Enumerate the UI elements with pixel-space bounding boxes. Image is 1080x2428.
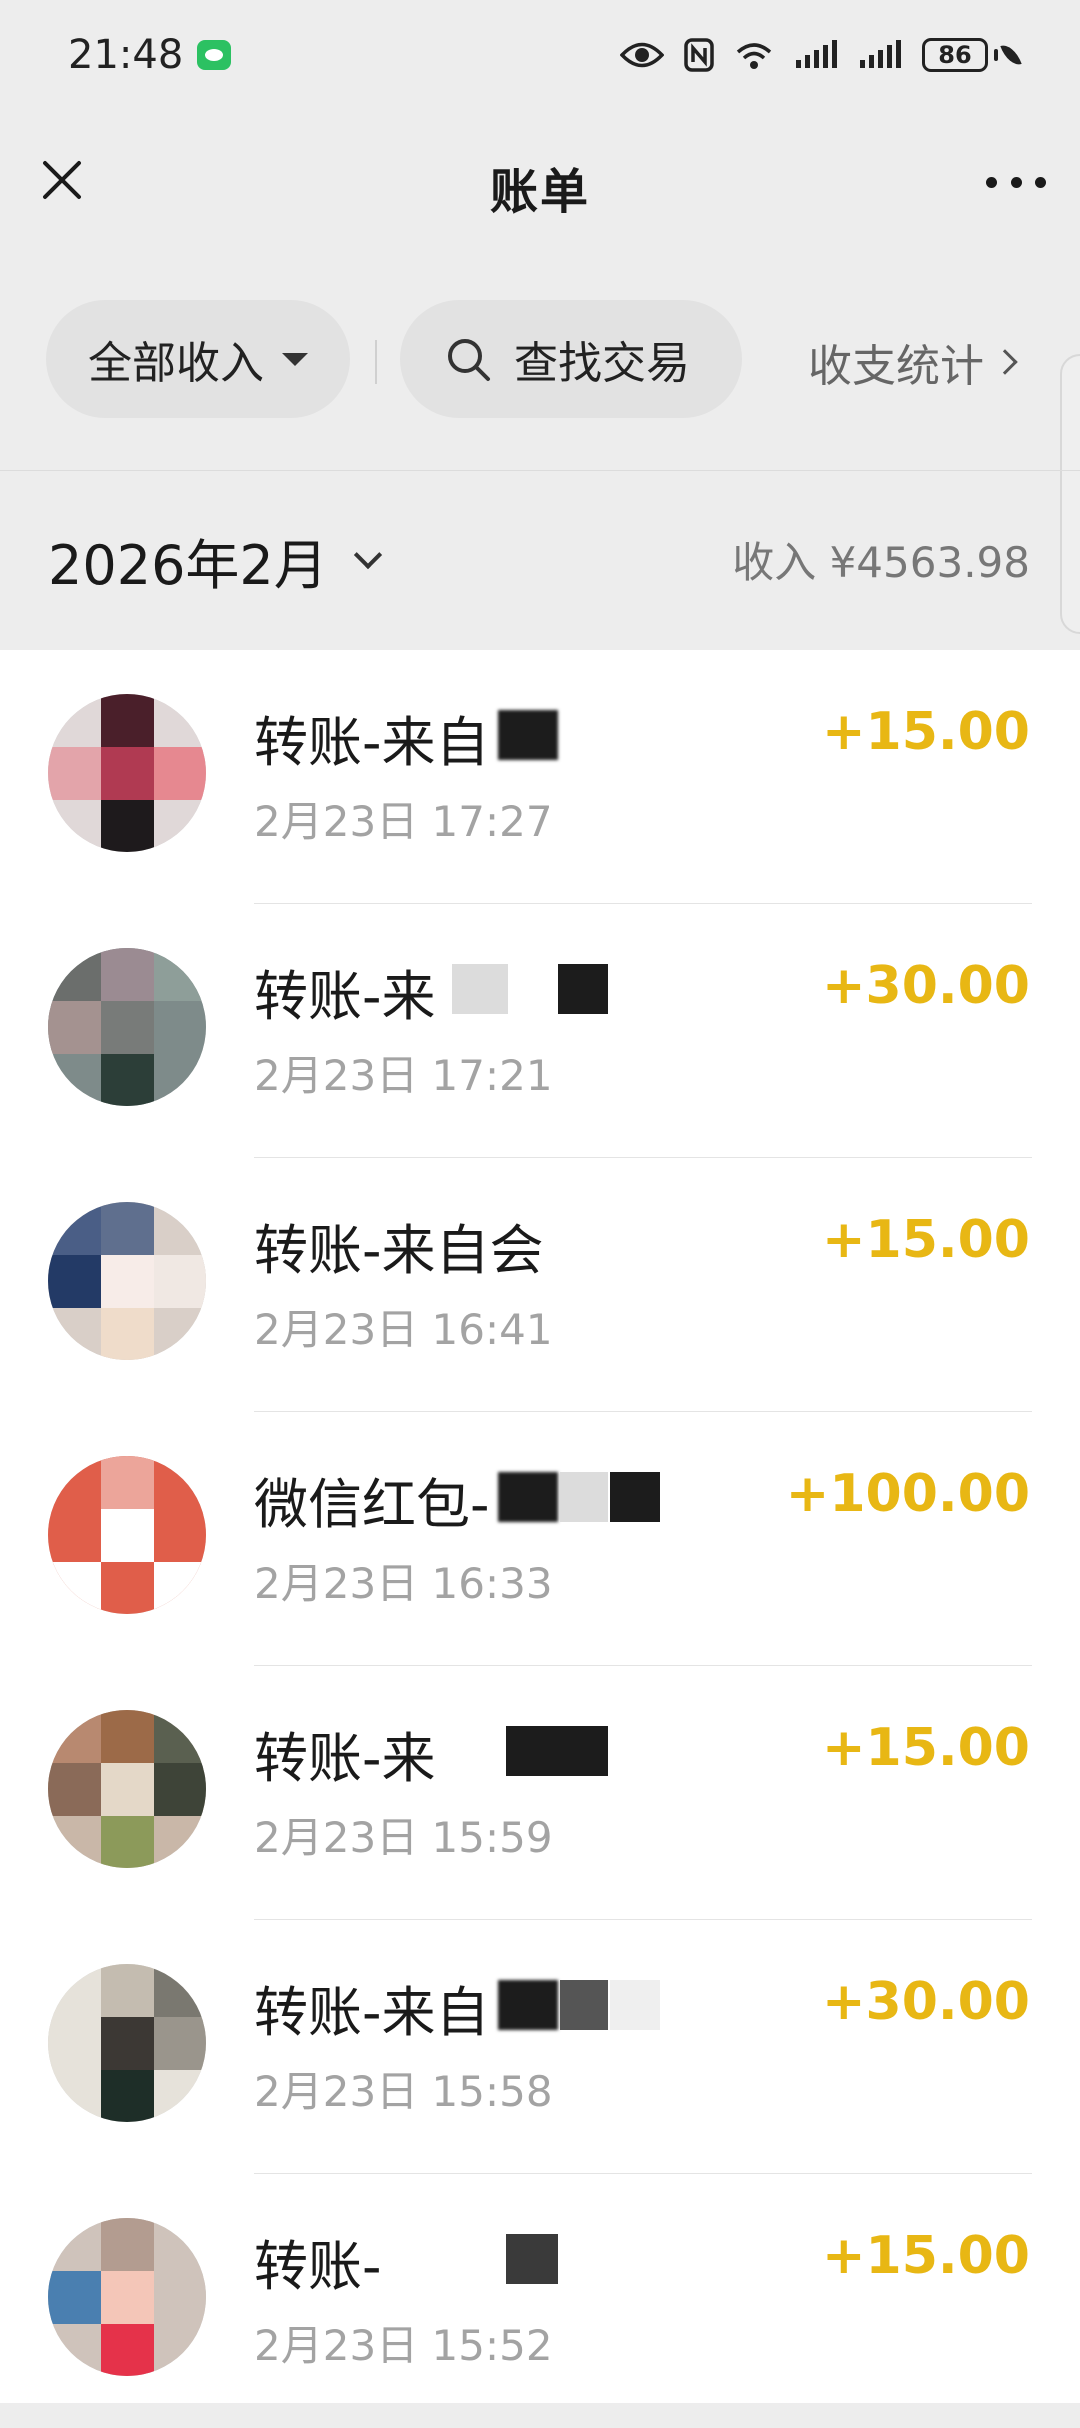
search-transactions-button[interactable]: 查找交易 — [400, 300, 742, 418]
redacted-name — [498, 1472, 558, 1522]
status-left: 21:48 — [68, 32, 232, 78]
transaction-date: 2月23日 15:58 — [254, 2067, 553, 2116]
redacted-name — [452, 964, 508, 1014]
monthly-income-total: 收入 ¥4563.98 — [732, 538, 1030, 587]
transaction-title: 转账- — [254, 2235, 382, 2298]
transaction-amount: +30.00 — [821, 1972, 1030, 2032]
month-label: 2026年2月 — [48, 534, 328, 597]
signal-icon — [860, 40, 901, 68]
transaction-date: 2月23日 15:52 — [254, 2321, 553, 2370]
avatar — [48, 1456, 206, 1614]
redacted-name — [610, 1980, 660, 2030]
transaction-title: 转账-来 — [254, 1727, 436, 1790]
month-header: 2026年2月 收入 ¥4563.98 — [0, 470, 1080, 650]
income-filter-label: 全部收入 — [88, 338, 264, 389]
status-time: 21:48 — [68, 32, 184, 78]
nav-bar: 账单 — [0, 110, 1080, 250]
transaction-amount: +15.00 — [821, 702, 1030, 762]
eye-icon — [620, 42, 664, 68]
month-selector[interactable]: 2026年2月 — [48, 521, 382, 600]
redacted-name — [560, 1472, 608, 1522]
transaction-list: 转账-来自 2月23日 17:27 +15.00 转账-来 2月23日 17:2… — [0, 650, 1080, 2403]
transaction-amount: +30.00 — [821, 956, 1030, 1016]
wechat-icon — [197, 40, 232, 70]
battery-level: 86 — [922, 38, 988, 72]
transaction-row[interactable]: 转账-来 2月23日 15:59 +15.00 — [0, 1666, 1080, 1920]
transaction-row[interactable]: 转账-来自 2月23日 15:58 +30.00 — [0, 1920, 1080, 2174]
income-expense-stats-link[interactable]: 收支统计 — [808, 330, 1018, 394]
avatar — [48, 1964, 206, 2122]
transaction-title: 转账-来 — [254, 965, 436, 1028]
transaction-title: 微信红包- — [254, 1473, 490, 1536]
chevron-down-icon — [353, 540, 382, 569]
page-title: 账单 — [489, 164, 590, 220]
status-icons: 86 — [620, 38, 1022, 72]
transaction-amount: +15.00 — [821, 2226, 1030, 2286]
redacted-name — [558, 964, 608, 1014]
chevron-right-icon — [992, 349, 1018, 375]
transaction-amount: +100.00 — [785, 1464, 1030, 1524]
transaction-row[interactable]: 微信红包- 2月23日 16:33 +100.00 — [0, 1412, 1080, 1666]
more-options-icon[interactable] — [986, 162, 1046, 202]
status-bar: 21:48 86 — [0, 0, 1080, 110]
transaction-row[interactable]: 转账-来自 2月23日 17:27 +15.00 — [0, 650, 1080, 904]
transaction-date: 2月23日 17:21 — [254, 1051, 553, 1100]
transaction-row[interactable]: 转账- 2月23日 15:52 +15.00 — [0, 2174, 1080, 2428]
battery-indicator: 86 — [922, 38, 1022, 72]
transaction-title: 转账-来自 — [254, 711, 490, 774]
transaction-date: 2月23日 15:59 — [254, 1813, 553, 1862]
search-label: 查找交易 — [514, 338, 690, 389]
filter-row: 全部收入 查找交易 收支统计 — [0, 300, 1080, 420]
transaction-amount: +15.00 — [821, 1210, 1030, 1270]
transaction-title: 转账-来自会 — [254, 1219, 544, 1282]
nfc-icon — [684, 38, 714, 72]
leaf-icon — [1000, 41, 1022, 69]
transaction-date: 2月23日 16:33 — [254, 1559, 553, 1608]
avatar — [48, 694, 206, 852]
redacted-name — [498, 1980, 558, 2030]
redacted-name — [610, 1472, 660, 1522]
stats-label: 收支统计 — [808, 341, 984, 392]
avatar — [48, 948, 206, 1106]
redacted-name — [498, 710, 558, 760]
redacted-name — [506, 2234, 558, 2284]
caret-down-icon — [282, 352, 308, 366]
income-filter-dropdown[interactable]: 全部收入 — [46, 300, 350, 418]
transaction-date: 2月23日 17:27 — [254, 797, 553, 846]
transaction-title: 转账-来自 — [254, 1981, 490, 2044]
battery-tip — [994, 49, 998, 61]
transaction-date: 2月23日 16:41 — [254, 1305, 553, 1354]
avatar — [48, 1202, 206, 1360]
avatar — [48, 2218, 206, 2376]
filter-divider — [375, 340, 377, 384]
redacted-name — [506, 1726, 608, 1776]
transaction-amount: +15.00 — [821, 1718, 1030, 1778]
redacted-name — [560, 1980, 608, 2030]
wifi-6-icon — [736, 43, 772, 69]
transaction-row[interactable]: 转账-来 2月23日 17:21 +30.00 — [0, 904, 1080, 1158]
avatar — [48, 1710, 206, 1868]
search-icon — [448, 339, 490, 381]
signal-icon — [796, 40, 837, 68]
transaction-row[interactable]: 转账-来自会 2月23日 16:41 +15.00 — [0, 1158, 1080, 1412]
